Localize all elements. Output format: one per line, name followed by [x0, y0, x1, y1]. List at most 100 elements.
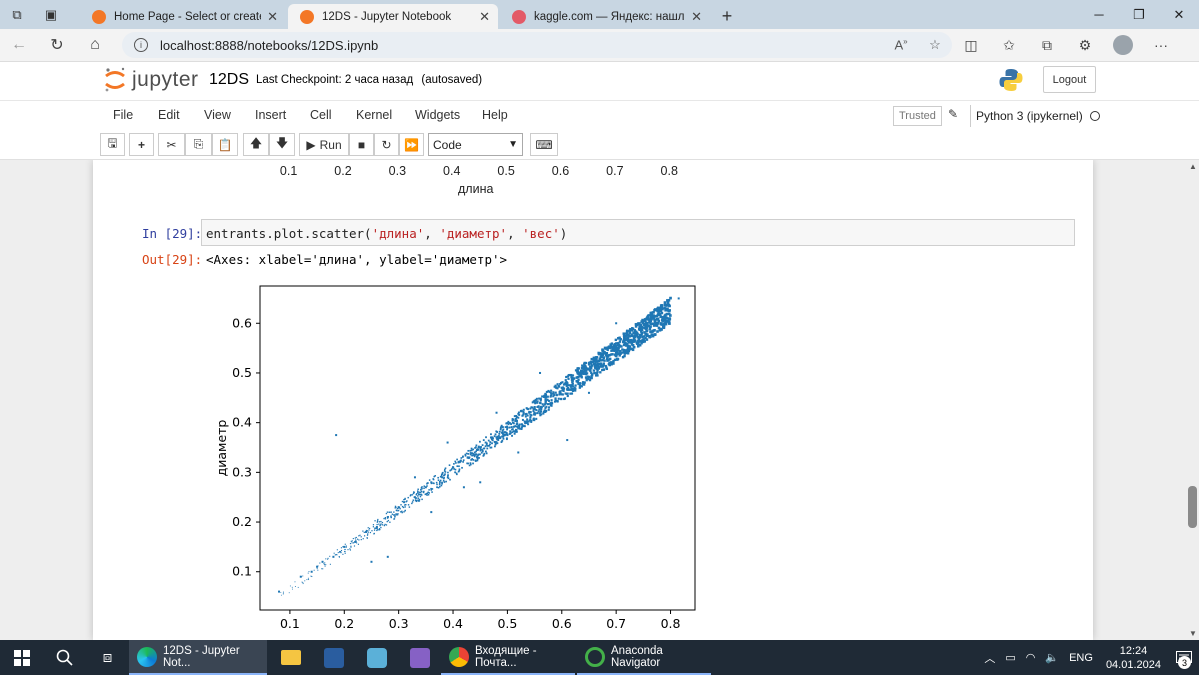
code-cell-input[interactable]: entrants.plot.scatter('длина', 'диаметр'… — [201, 219, 1075, 246]
browser-tab-notebook[interactable]: 12DS - Jupyter Notebook ✕ — [288, 4, 498, 29]
run-button[interactable]: ▶ Run — [299, 133, 349, 156]
taskbar-app-edge[interactable]: 12DS - Jupyter Not... — [129, 640, 267, 675]
home-icon[interactable]: ⌂ — [76, 29, 114, 62]
more-menu-icon[interactable]: ··· — [1142, 37, 1180, 53]
menu-widgets[interactable]: Widgets — [415, 108, 460, 122]
logout-button[interactable]: Logout — [1043, 66, 1096, 93]
reload-icon[interactable]: ↻ — [38, 29, 76, 62]
move-up-icon[interactable]: 🡅 — [243, 133, 269, 156]
extensions-icon[interactable]: ⚙ — [1066, 37, 1104, 54]
close-tab-icon[interactable]: ✕ — [267, 9, 278, 25]
scatter-point — [652, 310, 655, 314]
scatter-point — [475, 444, 478, 447]
trusted-indicator[interactable]: Trusted — [893, 106, 942, 126]
move-down-icon[interactable]: 🡇 — [269, 133, 295, 156]
edit-pencil-icon[interactable]: ✎ — [948, 107, 958, 121]
windows-start-icon[interactable] — [0, 640, 43, 675]
scatter-point — [363, 535, 366, 537]
scatter-point — [569, 392, 572, 395]
menu-insert[interactable]: Insert — [255, 108, 286, 122]
wifi-icon[interactable]: ◠ — [1026, 651, 1036, 664]
store-app-icon[interactable] — [355, 640, 398, 675]
close-tab-icon[interactable]: ✕ — [691, 9, 702, 25]
paste-icon[interactable]: 📋 — [212, 133, 238, 156]
volume-icon[interactable]: 🔈 — [1045, 651, 1059, 664]
visual-studio-icon[interactable] — [398, 640, 441, 675]
scatter-point — [316, 565, 319, 568]
read-aloud-icon[interactable]: A» — [884, 37, 918, 52]
workspaces-icon[interactable]: ⧉ — [0, 0, 34, 29]
menu-help[interactable]: Help — [482, 108, 508, 122]
system-tray: ︿ ▭ ◠ 🔈 ENG 12:24 04.01.2024 3 — [979, 640, 1199, 675]
chevron-up-icon[interactable]: ︿ — [984, 650, 995, 666]
browser-tab-home[interactable]: Home Page - Select or create a n ✕ — [80, 4, 286, 29]
close-tab-icon[interactable]: ✕ — [479, 9, 490, 25]
favorites-icon[interactable]: ✩ — [990, 37, 1028, 54]
restart-icon[interactable]: ↻ — [374, 133, 399, 156]
restart-run-all-icon[interactable]: ⏩ — [399, 133, 424, 156]
collections-icon[interactable]: ⧉ — [1028, 37, 1066, 54]
notebook-area[interactable]: 0.1 0.2 0.3 0.4 0.5 0.6 0.7 0.8 длина In [29]: … — [0, 160, 1186, 640]
command-palette-icon[interactable]: ⌨ — [530, 133, 558, 156]
favorite-star-icon[interactable]: ☆ — [918, 37, 952, 53]
scroll-down-icon[interactable]: ▼ — [1189, 629, 1197, 638]
scatter-point — [473, 451, 476, 454]
scatter-point — [635, 331, 639, 335]
taskbar-app-chrome[interactable]: Входящие - Почта... — [441, 640, 575, 675]
kernel-indicator[interactable]: Python 3 (ipykernel) — [970, 105, 1100, 127]
code-arg-y: 'диаметр' — [439, 226, 508, 241]
scatter-point — [539, 410, 542, 413]
back-icon[interactable]: ← — [0, 29, 38, 62]
site-info-icon[interactable]: i — [134, 38, 148, 52]
scatter-point — [400, 511, 402, 513]
menu-view[interactable]: View — [204, 108, 231, 122]
clock[interactable]: 12:24 04.01.2024 — [1106, 644, 1161, 672]
scatter-point — [498, 436, 500, 439]
scatter-point — [593, 357, 596, 360]
url-field[interactable]: i localhost:8888/notebooks/12DS.ipynb A»… — [122, 32, 952, 58]
scatter-point — [421, 498, 423, 501]
search-icon[interactable] — [43, 640, 86, 675]
taskbar-app-anaconda[interactable]: Anaconda Navigator — [577, 640, 711, 675]
scatter-point — [651, 334, 655, 338]
menu-cell[interactable]: Cell — [310, 108, 332, 122]
scatter-point — [531, 401, 534, 404]
notifications-icon[interactable]: 3 — [1169, 640, 1199, 675]
battery-icon[interactable]: ▭ — [1005, 651, 1015, 664]
maximize-icon[interactable]: ❐ — [1119, 0, 1159, 29]
save-icon[interactable]: 🖫 — [100, 133, 125, 156]
scatter-point — [654, 308, 658, 312]
file-explorer-icon[interactable] — [269, 640, 312, 675]
notebook-name[interactable]: 12DS — [209, 71, 249, 89]
menu-file[interactable]: File — [113, 108, 133, 122]
cell-type-select[interactable]: Code ▼ — [428, 133, 523, 156]
profile-avatar[interactable] — [1104, 35, 1142, 55]
jupyter-logo[interactable]: jupyter — [104, 67, 199, 93]
taskbar-app-label: Входящие - Почта... — [475, 644, 537, 669]
task-view-icon[interactable]: ⧈ — [86, 640, 129, 675]
vertical-scrollbar[interactable]: ▲ ▼ — [1186, 160, 1199, 640]
scatter-point — [441, 476, 444, 479]
split-screen-icon[interactable]: ◫ — [952, 37, 990, 54]
vscode-icon[interactable] — [312, 640, 355, 675]
menu-edit[interactable]: Edit — [158, 108, 180, 122]
scatter-point — [527, 408, 530, 411]
scatter-point — [570, 374, 573, 377]
scroll-up-icon[interactable]: ▲ — [1189, 162, 1197, 171]
language-indicator[interactable]: ENG — [1069, 652, 1093, 664]
tab-actions-icon[interactable]: ▣ — [34, 0, 68, 29]
insert-cell-icon[interactable]: + — [129, 133, 154, 156]
scatter-point — [522, 411, 525, 414]
copy-icon[interactable]: ⎘ — [185, 133, 212, 156]
scatter-point — [438, 483, 441, 486]
interrupt-icon[interactable]: ■ — [349, 133, 374, 156]
new-tab-button[interactable]: + — [712, 4, 742, 29]
minimize-icon[interactable]: ─ — [1079, 0, 1119, 29]
browser-tab-kaggle[interactable]: kaggle.com — Яндекс: нашлось ✕ — [500, 4, 710, 29]
scroll-thumb[interactable] — [1188, 486, 1197, 528]
scatter-point — [501, 426, 504, 429]
cut-icon[interactable]: ✂ — [158, 133, 185, 156]
close-window-icon[interactable]: ✕ — [1159, 0, 1199, 29]
scatter-point — [380, 523, 382, 525]
menu-kernel[interactable]: Kernel — [356, 108, 392, 122]
